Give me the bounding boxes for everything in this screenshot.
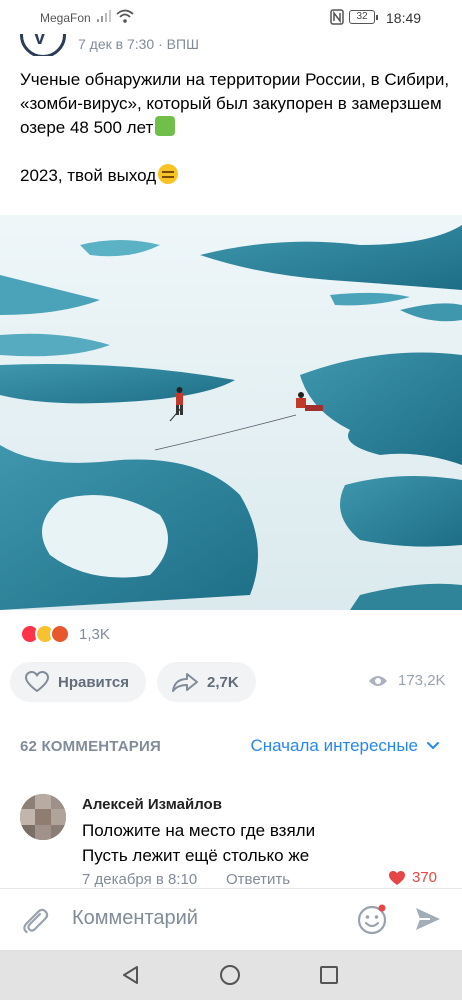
post-text-line1: Ученые обнаружили на территории России, … (20, 70, 450, 137)
comment-reply-button[interactable]: Ответить (226, 871, 290, 888)
share-arrow-icon (172, 673, 198, 692)
system-navigation-bar (0, 950, 462, 1000)
comment-item: Алексей Измайлов Положите на место где в… (0, 792, 462, 888)
share-count: 2,7K (207, 673, 239, 691)
status-bar: MegaFon 32 18:49 (0, 0, 462, 34)
post-text: Ученые обнаружили на территории России, … (20, 68, 450, 188)
send-icon[interactable] (414, 906, 442, 937)
battery-icon: 32 (349, 10, 378, 24)
views-counter: 173,2K (368, 672, 446, 689)
comment-author-name[interactable]: Алексей Измайлов (82, 796, 222, 813)
reactions-count: 1,3K (79, 625, 110, 643)
like-button[interactable]: Нравится (10, 662, 146, 702)
like-label: Нравится (58, 673, 130, 691)
nfc-icon (330, 9, 344, 28)
comment-date: 7 декабря в 8:10 (82, 871, 198, 888)
comment-likes-count: 370 (412, 869, 438, 886)
comment-like-button[interactable]: 370 (388, 869, 437, 886)
expressionless-face-emoji-icon (158, 164, 179, 184)
post-photo[interactable] (0, 215, 462, 610)
comment-text: Положите на место где взяли Пусть лежит … (82, 818, 315, 868)
back-nav-icon[interactable] (120, 964, 142, 991)
views-count: 173,2K (398, 672, 446, 689)
carrier-name: MegaFon (40, 11, 91, 25)
sticker-emoji-icon[interactable] (356, 903, 388, 940)
comment-composer: Комментарий (0, 888, 462, 950)
comment-input[interactable]: Комментарий (72, 907, 198, 930)
arctic-ice-photo-icon (0, 215, 462, 610)
paperclip-icon[interactable] (20, 905, 50, 940)
comments-count: 62 КОММЕНТАРИЯ (20, 738, 161, 755)
heart-filled-icon (389, 870, 405, 885)
chevron-down-icon (427, 742, 439, 750)
zombie-emoji-icon (155, 116, 176, 136)
reactions-summary[interactable]: 1,3K (20, 622, 110, 646)
comments-sort-dropdown[interactable]: Сначала интересные (250, 736, 440, 756)
community-avatar[interactable]: V (20, 34, 66, 56)
angry-reaction-icon (50, 624, 70, 644)
comments-sort-label: Сначала интересные (250, 736, 418, 755)
eye-icon (369, 675, 387, 686)
comments-header: 62 КОММЕНТАРИЯ Сначала интересные (20, 736, 440, 758)
clock: 18:49 (386, 10, 422, 26)
heart-outline-icon (25, 671, 49, 692)
comment-author-avatar[interactable] (20, 794, 66, 840)
recents-nav-icon[interactable] (318, 964, 340, 991)
signal-icon (97, 10, 111, 25)
home-nav-icon[interactable] (219, 964, 241, 991)
comment-text-line1: Положите на место где взяли (82, 821, 316, 840)
post-meta: 7 дек в 7:30 · ВПШ (78, 36, 199, 52)
share-button[interactable]: 2,7K (157, 662, 256, 702)
post-text-line2: 2023, твой выход (20, 166, 157, 185)
post-header: V 7 дек в 7:30 · ВПШ (0, 34, 462, 56)
comment-text-line2: Пусть лежит ещё столько же (82, 846, 310, 865)
wifi-icon (116, 9, 134, 26)
